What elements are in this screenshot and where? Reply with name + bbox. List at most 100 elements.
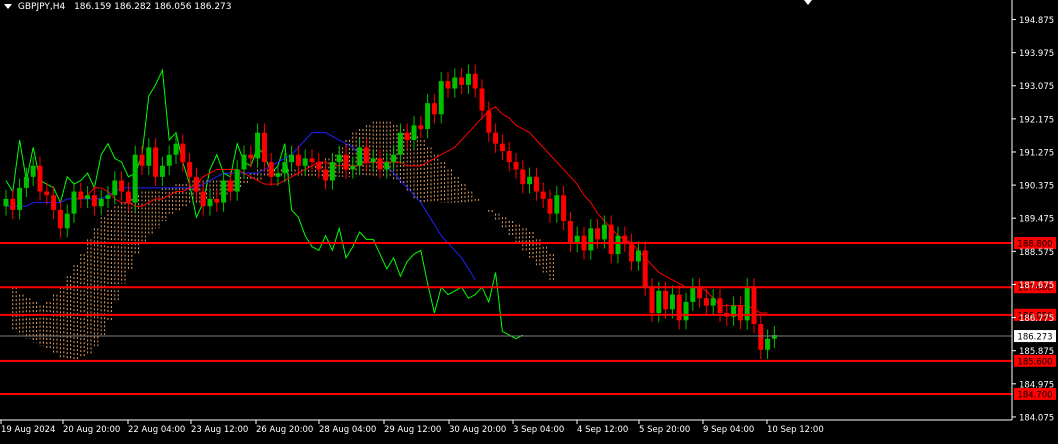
candle-body bbox=[615, 235, 621, 255]
candle-body bbox=[255, 132, 261, 159]
candle-body bbox=[64, 213, 70, 229]
candle-body bbox=[221, 180, 227, 203]
candle-body bbox=[642, 250, 648, 288]
symbol-label: GBPJPY,H4 bbox=[17, 2, 66, 12]
candle-body bbox=[601, 224, 607, 240]
candle-body bbox=[10, 198, 16, 210]
candle-body bbox=[513, 162, 519, 170]
candle-body bbox=[357, 147, 363, 166]
candle-body bbox=[486, 110, 492, 133]
candle-body bbox=[316, 162, 322, 170]
candle-body bbox=[200, 191, 206, 207]
price-tick-label: 189.475 bbox=[1019, 215, 1054, 225]
candle-body bbox=[438, 81, 444, 115]
price-tick-label: 187.675 bbox=[1019, 281, 1054, 291]
candle-body bbox=[71, 191, 77, 214]
price-tick-label: 191.275 bbox=[1019, 148, 1054, 158]
price-chart[interactable]: 188.800187.600186.850185.600184.700186.2… bbox=[0, 0, 1058, 440]
candle-body bbox=[703, 298, 709, 306]
candle-body bbox=[30, 165, 36, 177]
candle-body bbox=[663, 290, 669, 310]
candle-body bbox=[289, 154, 295, 163]
candle-body bbox=[261, 132, 267, 163]
candle-body bbox=[683, 301, 689, 321]
candle-body bbox=[697, 287, 703, 299]
candle-body bbox=[676, 294, 682, 321]
candle-body bbox=[173, 143, 179, 155]
candle-body bbox=[425, 103, 431, 129]
candle-body bbox=[85, 195, 91, 199]
candle-body bbox=[234, 169, 240, 192]
level-price-label: 184.700 bbox=[1017, 390, 1052, 400]
candle-body bbox=[540, 191, 546, 199]
candle-body bbox=[459, 77, 465, 85]
candle-body bbox=[445, 81, 451, 89]
candle-body bbox=[588, 228, 594, 251]
candle-body bbox=[751, 287, 757, 325]
candle-body bbox=[350, 165, 356, 170]
candle-body bbox=[737, 305, 743, 321]
time-tick-label: 3 Sep 04:00 bbox=[513, 425, 564, 435]
candle-body bbox=[765, 338, 771, 350]
candle-body bbox=[527, 176, 533, 185]
price-tick-label: 193.975 bbox=[1019, 49, 1054, 59]
price-tick-label: 184.975 bbox=[1019, 380, 1054, 390]
candle-body bbox=[146, 147, 152, 166]
candle-body bbox=[248, 154, 254, 159]
candle-body bbox=[717, 298, 723, 313]
dropdown-arrow-icon[interactable] bbox=[4, 4, 12, 9]
candle-body bbox=[547, 198, 553, 214]
candle-body bbox=[309, 158, 315, 163]
time-tick-label: 22 Aug 04:00 bbox=[128, 425, 185, 435]
candle-body bbox=[520, 169, 526, 185]
candle-body bbox=[187, 162, 193, 177]
candle-body bbox=[17, 187, 23, 210]
candle-body bbox=[370, 158, 376, 163]
candle-body bbox=[159, 165, 165, 177]
candle-body bbox=[37, 165, 43, 192]
shift-marker-icon[interactable] bbox=[804, 0, 812, 5]
candle-body bbox=[669, 294, 675, 310]
candle-body bbox=[567, 220, 573, 244]
candle-body bbox=[629, 243, 635, 262]
time-tick-label: 9 Sep 04:00 bbox=[703, 425, 754, 435]
candle-body bbox=[411, 125, 417, 141]
candle-body bbox=[91, 195, 97, 207]
candle-body bbox=[622, 235, 628, 244]
price-tick-label: 192.175 bbox=[1019, 115, 1054, 125]
candle-body bbox=[479, 88, 485, 111]
candle-body bbox=[595, 228, 601, 240]
candle-body bbox=[105, 195, 111, 199]
candle-body bbox=[241, 154, 247, 170]
ohlc-readout: 186.159 186.282 186.056 186.273 bbox=[74, 2, 232, 12]
candle-body bbox=[635, 250, 641, 262]
candle-body bbox=[302, 158, 308, 166]
candle-body bbox=[98, 198, 104, 207]
candle-body bbox=[329, 162, 335, 181]
time-tick-label: 4 Sep 12:00 bbox=[577, 425, 628, 435]
candle-body bbox=[153, 147, 159, 177]
candle-body bbox=[78, 191, 84, 199]
chart-area[interactable]: 188.800 187.600 186.850 185.600 184.700 186.2… bbox=[0, 0, 1058, 440]
candle-body bbox=[44, 191, 50, 196]
price-tick-label: 185.875 bbox=[1019, 347, 1054, 357]
candle-body bbox=[166, 154, 172, 166]
candle-body bbox=[139, 154, 145, 166]
time-tick-label: 30 Aug 20:00 bbox=[449, 425, 506, 435]
candle-body bbox=[690, 287, 696, 302]
candle-body bbox=[132, 154, 138, 203]
candle-body bbox=[336, 154, 342, 163]
candle-body bbox=[397, 132, 403, 155]
candle-body bbox=[119, 180, 125, 192]
candle-body bbox=[57, 209, 63, 229]
candle-body bbox=[227, 180, 233, 192]
time-tick-label: 5 Sep 20:00 bbox=[639, 425, 690, 435]
candle-body bbox=[608, 224, 614, 255]
level-price-label: 185.600 bbox=[1017, 357, 1052, 367]
candle-body bbox=[268, 162, 274, 177]
candle-body bbox=[193, 176, 199, 192]
candle-body bbox=[472, 73, 478, 89]
candle-body bbox=[656, 290, 662, 313]
time-tick-label: 28 Aug 04:00 bbox=[319, 425, 376, 435]
candle-body bbox=[23, 176, 29, 188]
